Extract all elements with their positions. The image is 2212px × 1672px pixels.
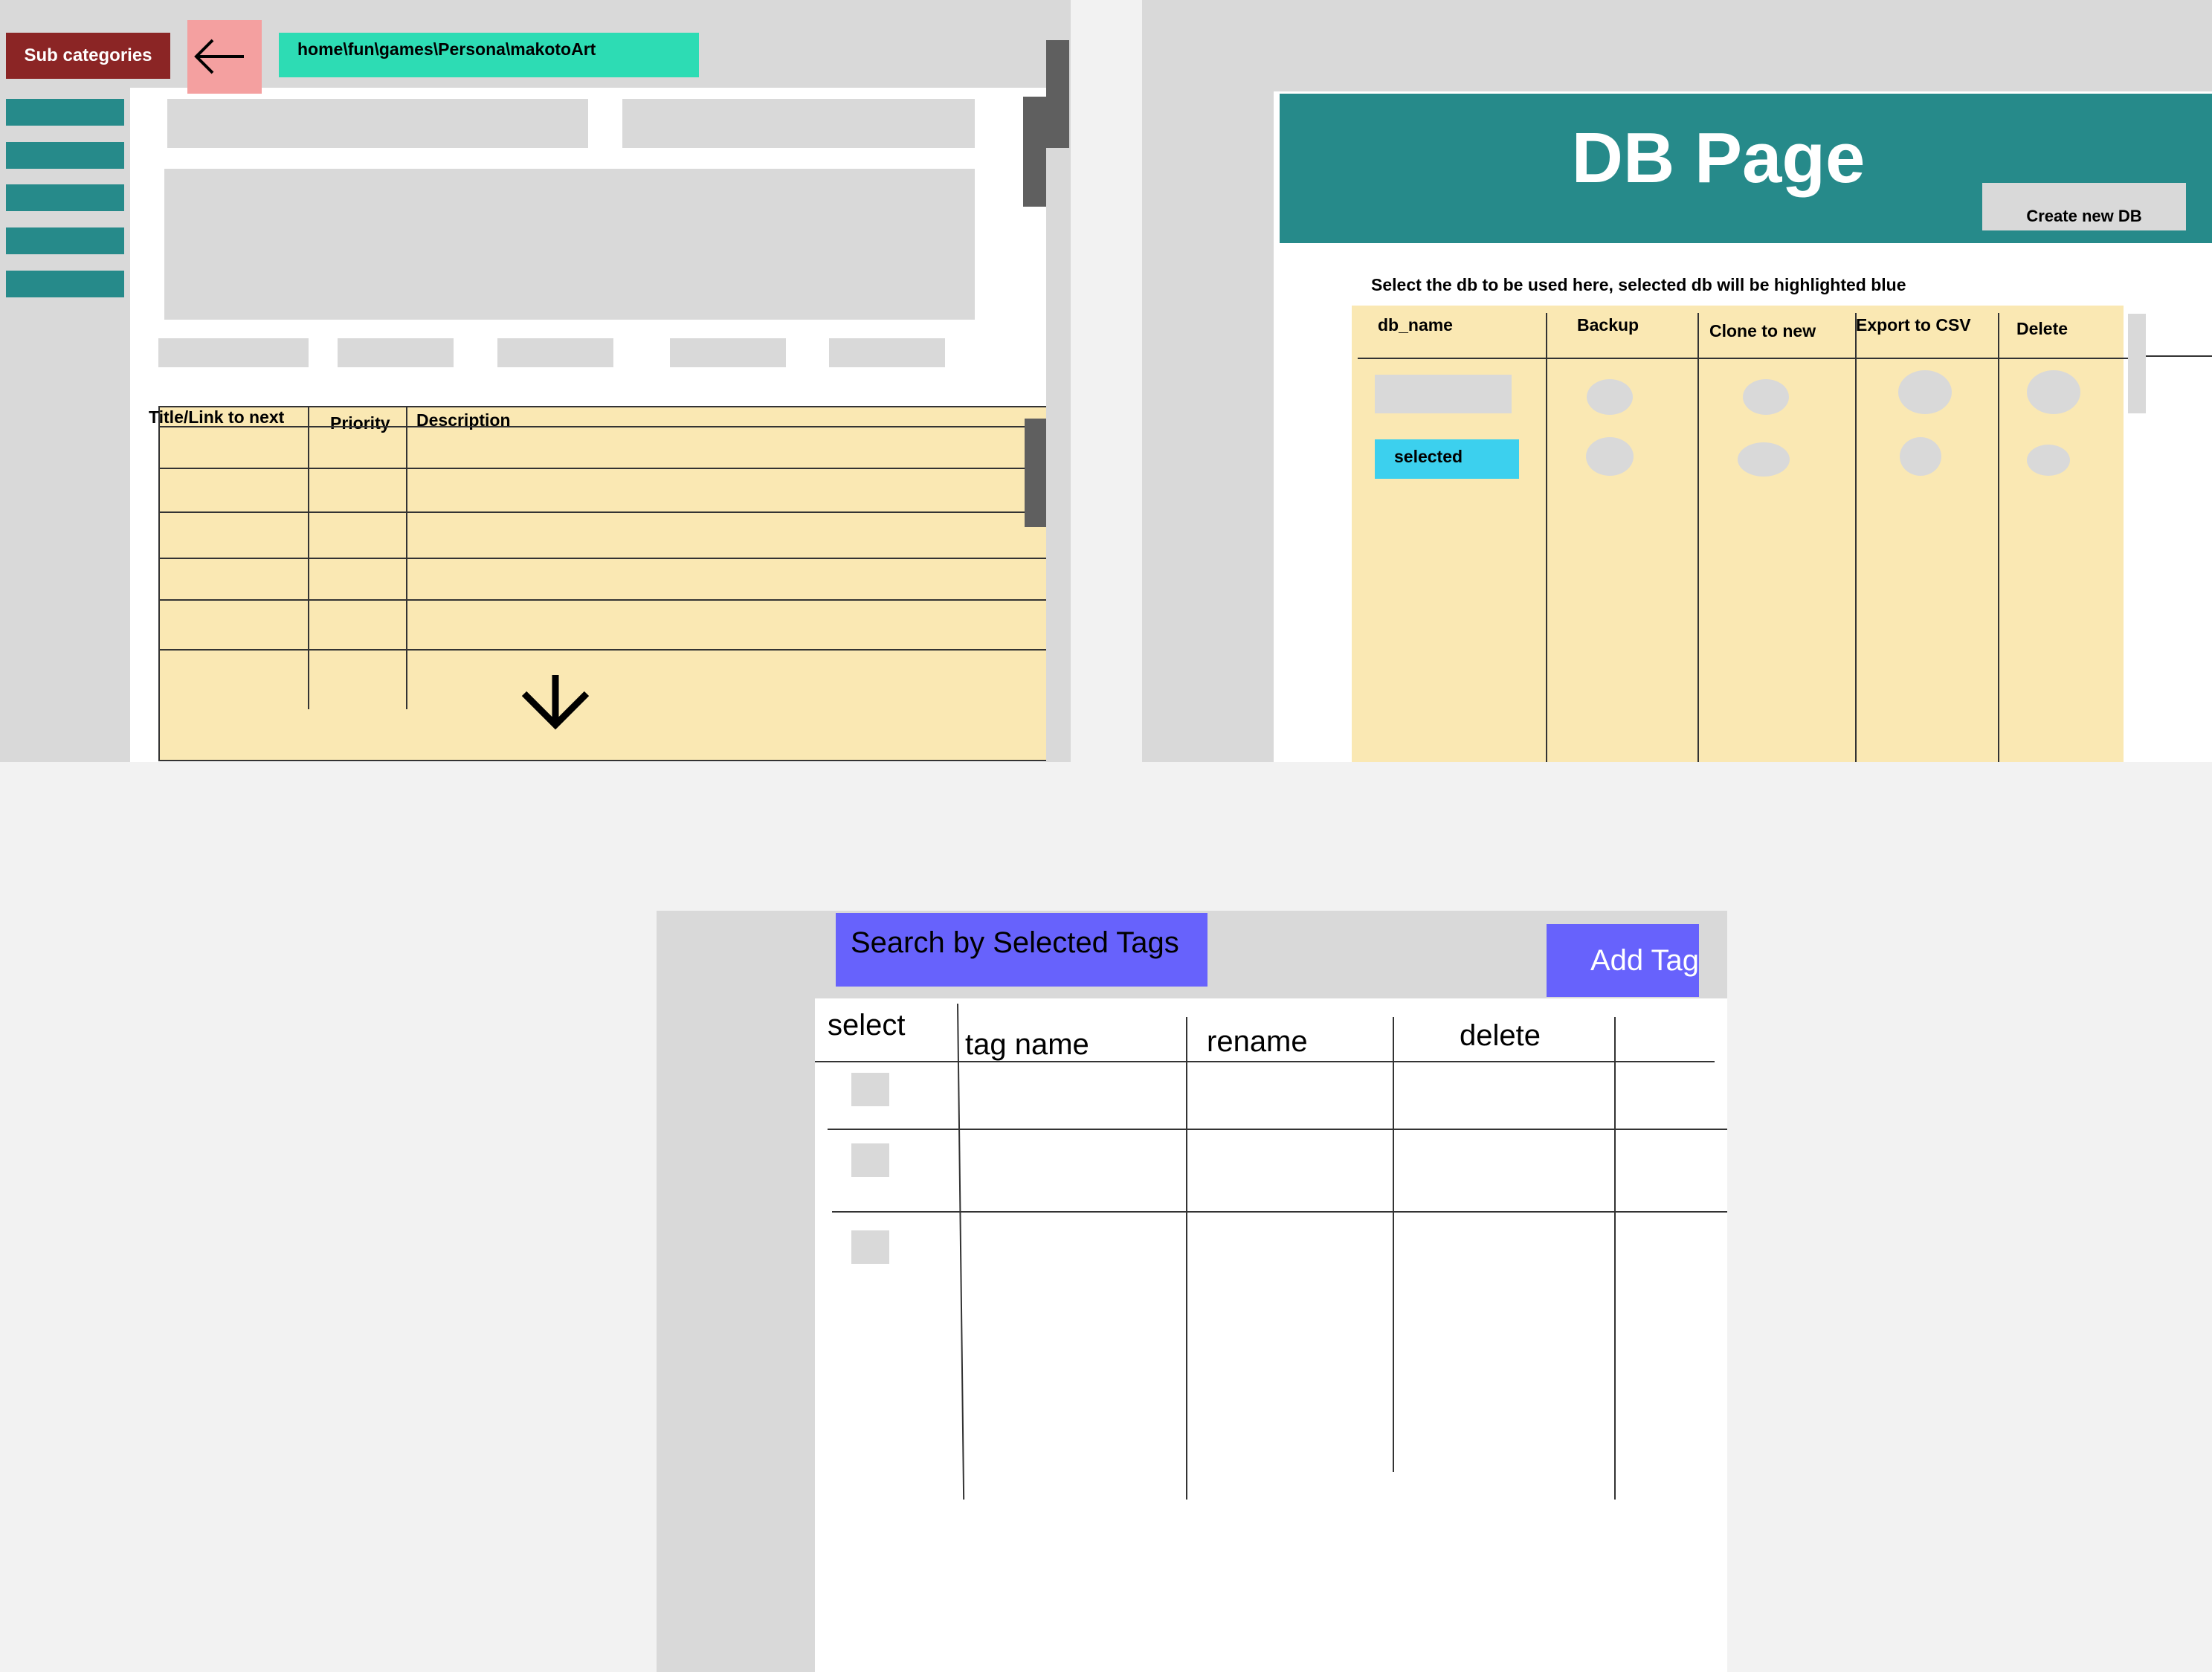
delete-button[interactable]: [2027, 445, 2070, 476]
db-column-divider: [1855, 313, 1857, 762]
tags-column-divider: [1393, 1017, 1394, 1472]
file-browser-panel: Sub categories home\fun\games\Persona\ma…: [0, 0, 1071, 762]
db-header-backup: Backup: [1577, 315, 1639, 335]
table-row[interactable]: [158, 468, 1046, 469]
back-button[interactable]: [187, 20, 262, 94]
backup-button[interactable]: [1586, 437, 1634, 476]
tags-column-divider: [1614, 1017, 1616, 1500]
tags-row-divider: [832, 1211, 1727, 1213]
db-name-cell[interactable]: [1375, 375, 1512, 413]
placeholder-button[interactable]: [670, 338, 786, 367]
placeholder-field: [167, 99, 588, 148]
tags-header-delete: delete: [1460, 1019, 1541, 1052]
db-page-panel: DB Page Create new DB Select the db to b…: [1142, 0, 2212, 762]
placeholder-field: [622, 99, 975, 148]
scrollbar-track[interactable]: [1046, 40, 1069, 148]
clone-button[interactable]: [1738, 442, 1790, 477]
db-header-clone: Clone to new: [1709, 321, 1816, 340]
table-row[interactable]: [158, 599, 1046, 601]
search-by-tags-button[interactable]: Search by Selected Tags: [836, 913, 1207, 987]
db-column-divider: [1998, 313, 1999, 762]
table-row[interactable]: [158, 649, 1046, 651]
table-header-title: Title/Link to next: [149, 407, 285, 427]
backup-button[interactable]: [1587, 379, 1633, 415]
table-row[interactable]: [158, 426, 1046, 427]
subcategories-button[interactable]: Sub categories: [6, 33, 170, 79]
tags-header-rename: rename: [1207, 1025, 1308, 1058]
chevron-down-icon[interactable]: [518, 671, 593, 731]
add-tag-button[interactable]: Add Tag: [1547, 924, 1699, 997]
create-db-button[interactable]: Create new DB: [1982, 183, 2186, 230]
page-title: DB Page: [1571, 118, 1866, 198]
placeholder-preview: [164, 169, 975, 320]
table-column-divider: [308, 406, 309, 709]
placeholder-button[interactable]: [497, 338, 613, 367]
db-header-divider-extension: [2144, 355, 2212, 357]
clone-button[interactable]: [1743, 379, 1789, 415]
placeholder-button[interactable]: [829, 338, 945, 367]
tag-select-checkbox[interactable]: [851, 1143, 889, 1177]
tags-panel: Search by Selected Tags Add Tag select t…: [657, 911, 1727, 1672]
tag-select-checkbox[interactable]: [851, 1230, 889, 1264]
tags-row-divider: [828, 1129, 1727, 1130]
db-name-selected[interactable]: selected: [1375, 439, 1519, 479]
table-header-priority: Priority: [330, 413, 390, 433]
sidebar-item[interactable]: [6, 142, 124, 169]
db-header-delete: Delete: [2016, 319, 2068, 338]
arrow-left-icon: [194, 39, 244, 74]
placeholder-button[interactable]: [158, 338, 309, 367]
items-table: [158, 406, 1046, 761]
placeholder-button[interactable]: [338, 338, 454, 367]
tags-header-divider: [815, 1061, 1715, 1062]
table-row[interactable]: [158, 558, 1046, 559]
tags-header-select: select: [828, 1009, 906, 1042]
db-column-divider: [1546, 313, 1547, 762]
sidebar-item[interactable]: [6, 271, 124, 297]
export-button[interactable]: [1900, 437, 1941, 476]
table-row[interactable]: [158, 511, 1046, 513]
db-header-name: db_name: [1378, 315, 1453, 335]
delete-button[interactable]: [2027, 370, 2080, 414]
db-scrollbar[interactable]: [2128, 314, 2146, 413]
path-breadcrumb[interactable]: home\fun\games\Persona\makotoArt: [279, 33, 699, 77]
db-header-export: Export to CSV: [1856, 315, 1971, 335]
scrollbar-thumb[interactable]: [1023, 97, 1046, 207]
table-column-divider: [406, 406, 407, 709]
tags-content-area: [815, 998, 1727, 1672]
sidebar-item[interactable]: [6, 227, 124, 254]
db-instruction: Select the db to be used here, selected …: [1371, 275, 1906, 294]
table-scrollbar-thumb[interactable]: [1025, 419, 1046, 527]
export-button[interactable]: [1898, 370, 1952, 414]
sidebar-item[interactable]: [6, 99, 124, 126]
tag-select-checkbox[interactable]: [851, 1073, 889, 1106]
db-column-divider: [1697, 313, 1699, 762]
tags-header-name: tag name: [965, 1028, 1089, 1061]
tags-column-divider: [1186, 1017, 1187, 1500]
db-header-divider: [1358, 358, 2131, 359]
sidebar-item[interactable]: [6, 184, 124, 211]
